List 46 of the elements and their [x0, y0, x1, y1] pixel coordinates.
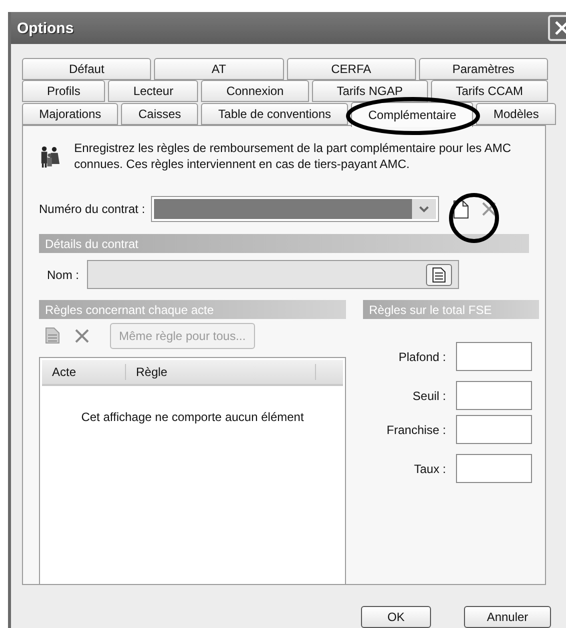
tab[interactable]: Table de conventions: [201, 103, 348, 125]
chevron-icon: [419, 206, 430, 212]
tab[interactable]: Défaut: [22, 58, 152, 80]
close-icon: [481, 201, 498, 217]
highlight-circle: [449, 193, 499, 243]
field-label: Seuil :: [412, 388, 446, 402]
tab[interactable]: Tarifs CCAM: [430, 80, 548, 102]
input-field[interactable]: [456, 342, 532, 371]
list-button[interactable]: [426, 264, 452, 286]
contract-dropdown[interactable]: [151, 196, 440, 222]
section-header: Règles sur le total FSE: [363, 300, 539, 319]
tab[interactable]: Majorations: [22, 103, 118, 125]
tab[interactable]: Modèles: [476, 103, 556, 125]
input-field[interactable]: [456, 381, 532, 410]
input-field[interactable]: [456, 454, 532, 483]
column-header[interactable]: Règle: [126, 364, 316, 380]
field-label: Taux :: [414, 462, 446, 476]
delete-rule-button[interactable]: [74, 328, 90, 344]
tab[interactable]: Lecteur: [108, 80, 198, 102]
field-label: Franchise :: [386, 422, 446, 436]
field-label: Plafond :: [398, 350, 446, 364]
document-icon: [432, 266, 446, 282]
dialog-button[interactable]: OK: [361, 606, 431, 628]
intro-text: Enregistrez les règles de remboursement de la part complémentaire pour les AMC connues. Ces règles interviennent en cas de tiers-payant AMC.: [74, 140, 512, 172]
name-field[interactable]: [87, 260, 460, 289]
delete-button[interactable]: [481, 201, 498, 217]
column-header[interactable]: Acte: [42, 364, 126, 380]
document-icon: [45, 327, 60, 344]
section-header: Règles concernant chaque acte: [39, 300, 346, 319]
contract-label: Numéro du contrat :: [39, 202, 146, 216]
close-icon: [554, 20, 566, 36]
name-label: Nom :: [47, 268, 80, 282]
tab[interactable]: Profils: [22, 80, 106, 102]
input-field[interactable]: [456, 415, 532, 444]
section-header: Détails du contrat: [39, 234, 529, 253]
empty-message: Cet affichage ne comporte aucun élément: [81, 410, 304, 424]
add-rule-button[interactable]: [45, 327, 60, 344]
tab[interactable]: CERFA: [286, 58, 416, 80]
tab[interactable]: Connexion: [201, 80, 309, 102]
tab[interactable]: Paramètres: [418, 58, 548, 80]
tab[interactable]: Caisses: [121, 103, 198, 125]
close-icon: [74, 328, 90, 344]
window-title: Options: [17, 20, 74, 36]
dialog-button[interactable]: Annuler: [464, 606, 551, 628]
tab[interactable]: Tarifs NGAP: [312, 80, 428, 102]
tab[interactable]: AT: [154, 58, 284, 80]
